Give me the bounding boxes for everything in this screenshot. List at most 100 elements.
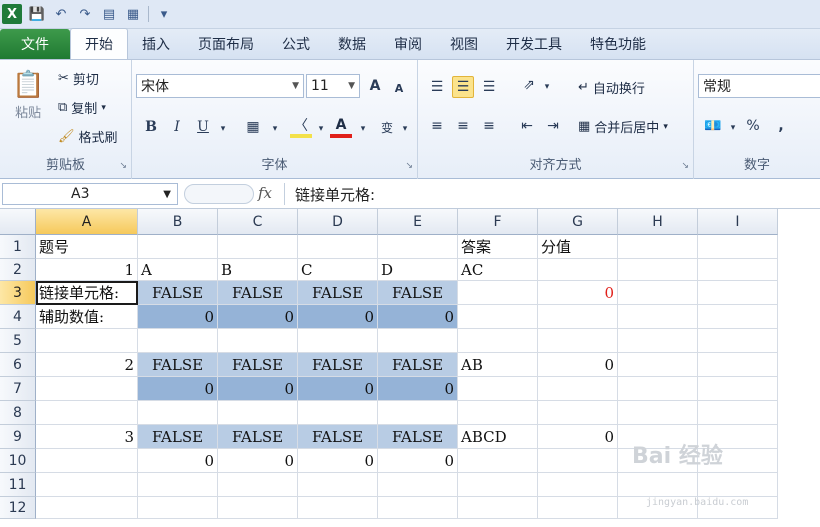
align-bottom-icon[interactable]: ☰: [478, 76, 500, 98]
form-icon[interactable]: ▤: [100, 7, 118, 22]
cell-d4[interactable]: 0: [298, 305, 378, 329]
font-color-icon[interactable]: A: [330, 116, 352, 138]
cell-f5[interactable]: [458, 329, 538, 353]
cell-g11[interactable]: [538, 473, 618, 497]
chevron-down-icon[interactable]: ▾: [264, 118, 286, 140]
cell-g7[interactable]: [538, 377, 618, 401]
cell-i3[interactable]: [698, 281, 778, 305]
cell-a1[interactable]: 题号: [36, 235, 138, 259]
cell-e11[interactable]: [378, 473, 458, 497]
cell-i1[interactable]: [698, 235, 778, 259]
cell-b6[interactable]: FALSE: [138, 353, 218, 377]
cell-i11[interactable]: [698, 473, 778, 497]
copy-button[interactable]: ⧉ 复制 ▾: [58, 98, 106, 117]
number-format-select[interactable]: 常规: [698, 74, 820, 98]
tab-formulas[interactable]: 公式: [268, 29, 324, 59]
cell-a9[interactable]: 3: [36, 425, 138, 449]
cell-a8[interactable]: [36, 401, 138, 425]
font-size-select[interactable]: 11 ▼: [306, 74, 360, 98]
cell-f10[interactable]: [458, 449, 538, 473]
cell-f7[interactable]: [458, 377, 538, 401]
cell-e9[interactable]: FALSE: [378, 425, 458, 449]
customize-toolbar-icon[interactable]: ▾: [155, 7, 173, 22]
cell-i4[interactable]: [698, 305, 778, 329]
cell-e10[interactable]: 0: [378, 449, 458, 473]
chevron-down-icon[interactable]: ▾: [722, 117, 744, 139]
cell-b8[interactable]: [138, 401, 218, 425]
align-middle-icon[interactable]: ☰: [452, 76, 474, 98]
formula-bar-resize-handle[interactable]: [184, 184, 254, 204]
format-painter-button[interactable]: 🖌 格式刷: [58, 127, 118, 146]
undo-icon[interactable]: ↶: [52, 7, 70, 22]
cell-h8[interactable]: [618, 401, 698, 425]
cell-i2[interactable]: [698, 259, 778, 281]
cell-h11[interactable]: [618, 473, 698, 497]
chevron-down-icon[interactable]: ▾: [212, 118, 234, 140]
save-icon[interactable]: 💾: [28, 7, 46, 22]
cut-button[interactable]: ✂ 剪切: [58, 69, 99, 88]
cell-a2[interactable]: 1: [36, 259, 138, 281]
dialog-launcher-icon[interactable]: ↘: [681, 161, 689, 171]
row-header-1[interactable]: 1: [0, 235, 36, 259]
column-header-g[interactable]: G: [538, 209, 618, 235]
cell-c10[interactable]: 0: [218, 449, 298, 473]
cell-h7[interactable]: [618, 377, 698, 401]
align-top-icon[interactable]: ☰: [426, 76, 448, 98]
excel-app-icon[interactable]: X: [2, 4, 22, 24]
cell-f9[interactable]: ABCD: [458, 425, 538, 449]
tab-home[interactable]: 开始: [70, 28, 128, 59]
cell-h2[interactable]: [618, 259, 698, 281]
column-header-c[interactable]: C: [218, 209, 298, 235]
cell-b12[interactable]: [138, 497, 218, 519]
row-header-4[interactable]: 4: [0, 305, 36, 329]
cell-h1[interactable]: [618, 235, 698, 259]
chevron-down-icon[interactable]: ▾: [536, 76, 558, 98]
cell-d1[interactable]: [298, 235, 378, 259]
cell-c1[interactable]: [218, 235, 298, 259]
cell-g8[interactable]: [538, 401, 618, 425]
cell-e6[interactable]: FALSE: [378, 353, 458, 377]
name-box[interactable]: A3 ▼: [2, 183, 178, 205]
underline-button[interactable]: U: [192, 116, 214, 138]
cell-a12[interactable]: [36, 497, 138, 519]
cell-f2[interactable]: AC: [458, 259, 538, 281]
cell-e5[interactable]: [378, 329, 458, 353]
cell-b9[interactable]: FALSE: [138, 425, 218, 449]
cell-d6[interactable]: FALSE: [298, 353, 378, 377]
tab-view[interactable]: 视图: [436, 29, 492, 59]
cell-a7[interactable]: [36, 377, 138, 401]
dialog-launcher-icon[interactable]: ↘: [119, 161, 127, 171]
column-header-d[interactable]: D: [298, 209, 378, 235]
tab-insert[interactable]: 插入: [128, 29, 184, 59]
column-header-i[interactable]: I: [698, 209, 778, 235]
shrink-font-button[interactable]: A: [388, 77, 410, 99]
cell-b11[interactable]: [138, 473, 218, 497]
cell-h5[interactable]: [618, 329, 698, 353]
fill-color-icon[interactable]: 〈: [290, 116, 312, 138]
cell-d5[interactable]: [298, 329, 378, 353]
cell-c7[interactable]: 0: [218, 377, 298, 401]
cell-i6[interactable]: [698, 353, 778, 377]
grow-font-button[interactable]: A: [364, 75, 386, 97]
cell-c6[interactable]: FALSE: [218, 353, 298, 377]
chevron-down-icon[interactable]: ▾: [394, 118, 416, 140]
column-header-a[interactable]: A: [36, 209, 138, 235]
cell-e12[interactable]: [378, 497, 458, 519]
align-right-icon[interactable]: ≡: [478, 115, 500, 137]
cell-b10[interactable]: 0: [138, 449, 218, 473]
cell-b1[interactable]: [138, 235, 218, 259]
align-center-icon[interactable]: ≡: [452, 115, 474, 137]
cell-a11[interactable]: [36, 473, 138, 497]
cell-f12[interactable]: [458, 497, 538, 519]
cell-f6[interactable]: AB: [458, 353, 538, 377]
dialog-launcher-icon[interactable]: ↘: [405, 161, 413, 171]
cell-h3[interactable]: [618, 281, 698, 305]
cell-g6[interactable]: 0: [538, 353, 618, 377]
border-icon[interactable]: ▦: [242, 116, 264, 138]
row-header-5[interactable]: 5: [0, 329, 36, 353]
tab-developer[interactable]: 开发工具: [492, 29, 576, 59]
cell-b5[interactable]: [138, 329, 218, 353]
cell-h4[interactable]: [618, 305, 698, 329]
column-header-h[interactable]: H: [618, 209, 698, 235]
cell-f8[interactable]: [458, 401, 538, 425]
